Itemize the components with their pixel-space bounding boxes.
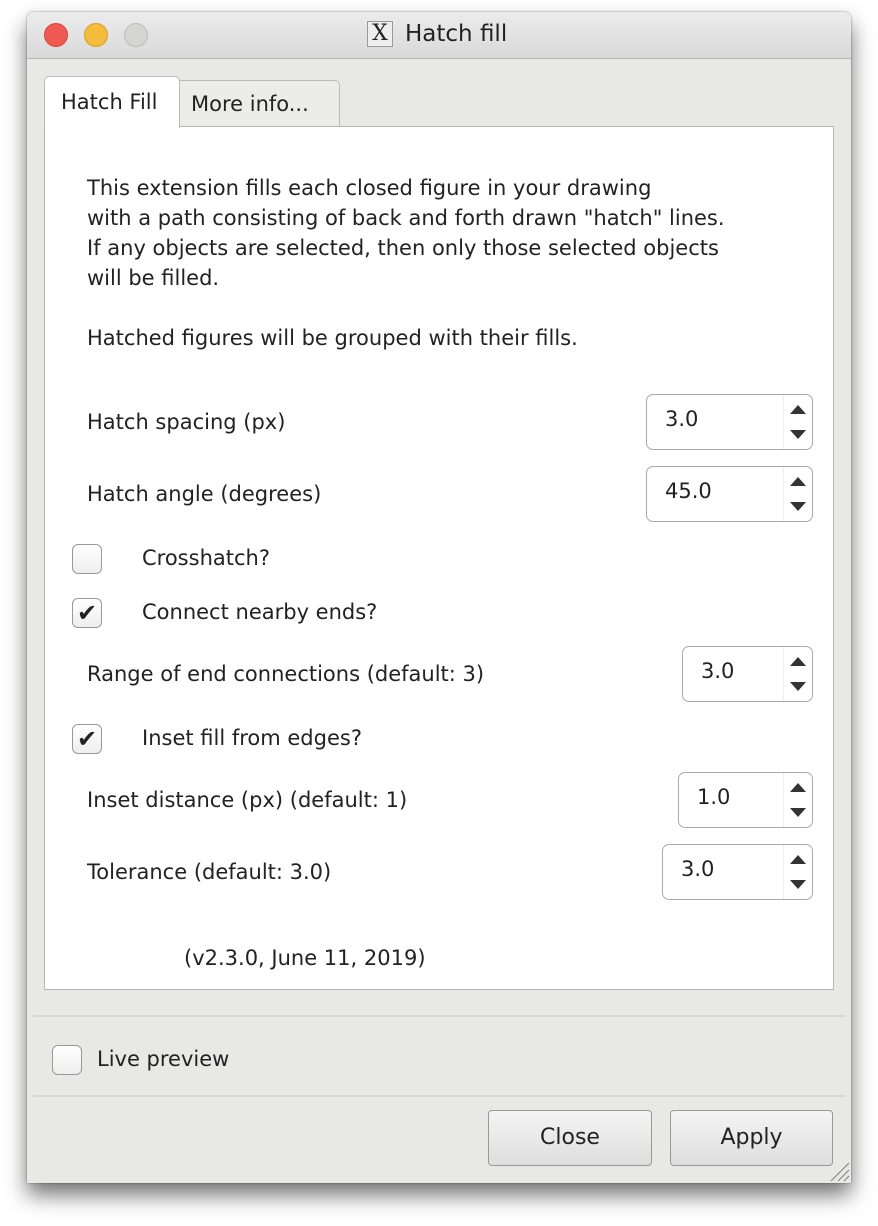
divider (33, 1095, 845, 1097)
inset-distance-value[interactable]: 1.0 (697, 785, 730, 809)
minimize-window-button[interactable] (84, 23, 108, 47)
increment-arrow-icon[interactable] (790, 783, 806, 792)
inset-checkbox[interactable]: ✔ (72, 724, 102, 754)
decrement-arrow-icon[interactable] (790, 880, 806, 889)
description-line: If any objects are selected, then only t… (87, 236, 719, 260)
tolerance-value[interactable]: 3.0 (681, 857, 714, 881)
connect-ends-checkbox[interactable]: ✔ (72, 598, 102, 628)
inset-label: Inset fill from edges? (142, 726, 362, 750)
crosshatch-checkbox[interactable] (72, 544, 102, 574)
tolerance-label: Tolerance (default: 3.0) (87, 860, 332, 884)
resize-grip-icon[interactable] (823, 1155, 851, 1183)
range-spinner[interactable]: 3.0 (682, 646, 813, 702)
tab-more-info[interactable]: More info... (164, 80, 340, 127)
title-bar: X Hatch fill (27, 12, 851, 59)
hatch-angle-value[interactable]: 45.0 (665, 479, 712, 503)
hatch-spacing-spinner[interactable]: 3.0 (646, 394, 813, 450)
inset-distance-spinner[interactable]: 1.0 (678, 772, 813, 828)
inset-distance-label: Inset distance (px) (default: 1) (87, 788, 408, 812)
checkmark-icon: ✔ (76, 599, 98, 627)
divider (33, 1015, 845, 1017)
increment-arrow-icon[interactable] (790, 477, 806, 486)
tab-hatch-fill[interactable]: Hatch Fill (44, 76, 180, 128)
window-title: Hatch fill (405, 21, 508, 47)
hatch-spacing-value[interactable]: 3.0 (665, 407, 698, 431)
tolerance-spinner[interactable]: 3.0 (662, 844, 813, 900)
decrement-arrow-icon[interactable] (790, 808, 806, 817)
version-label: (v2.3.0, June 11, 2019) (184, 946, 426, 970)
close-button[interactable]: Close (488, 1110, 652, 1166)
increment-arrow-icon[interactable] (790, 405, 806, 414)
increment-arrow-icon[interactable] (790, 657, 806, 666)
dialog-window: X Hatch fill More info... Hatch Fill This… (27, 12, 851, 1183)
range-label: Range of end connections (default: 3) (87, 662, 485, 686)
x11-icon: X (367, 21, 393, 47)
range-value[interactable]: 3.0 (701, 659, 734, 683)
close-window-button[interactable] (44, 23, 68, 47)
hatch-angle-label: Hatch angle (degrees) (87, 482, 322, 506)
description-line: with a path consisting of back and forth… (87, 206, 725, 230)
connect-ends-label: Connect nearby ends? (142, 600, 378, 624)
increment-arrow-icon[interactable] (790, 855, 806, 864)
checkmark-icon: ✔ (76, 725, 98, 753)
live-preview-label: Live preview (97, 1047, 230, 1071)
zoom-window-button[interactable] (124, 23, 148, 47)
decrement-arrow-icon[interactable] (790, 682, 806, 691)
crosshatch-label: Crosshatch? (142, 546, 270, 570)
tab-panel: This extension fills each closed figure … (44, 126, 834, 990)
description-line: This extension fills each closed figure … (87, 176, 652, 200)
grouping-note: Hatched figures will be grouped with the… (87, 326, 578, 350)
live-preview-checkbox[interactable] (52, 1045, 82, 1075)
hatch-angle-spinner[interactable]: 45.0 (646, 466, 813, 522)
apply-button[interactable]: Apply (670, 1110, 833, 1166)
decrement-arrow-icon[interactable] (790, 430, 806, 439)
hatch-spacing-label: Hatch spacing (px) (87, 410, 286, 434)
description-line: will be filled. (87, 266, 220, 290)
decrement-arrow-icon[interactable] (790, 502, 806, 511)
